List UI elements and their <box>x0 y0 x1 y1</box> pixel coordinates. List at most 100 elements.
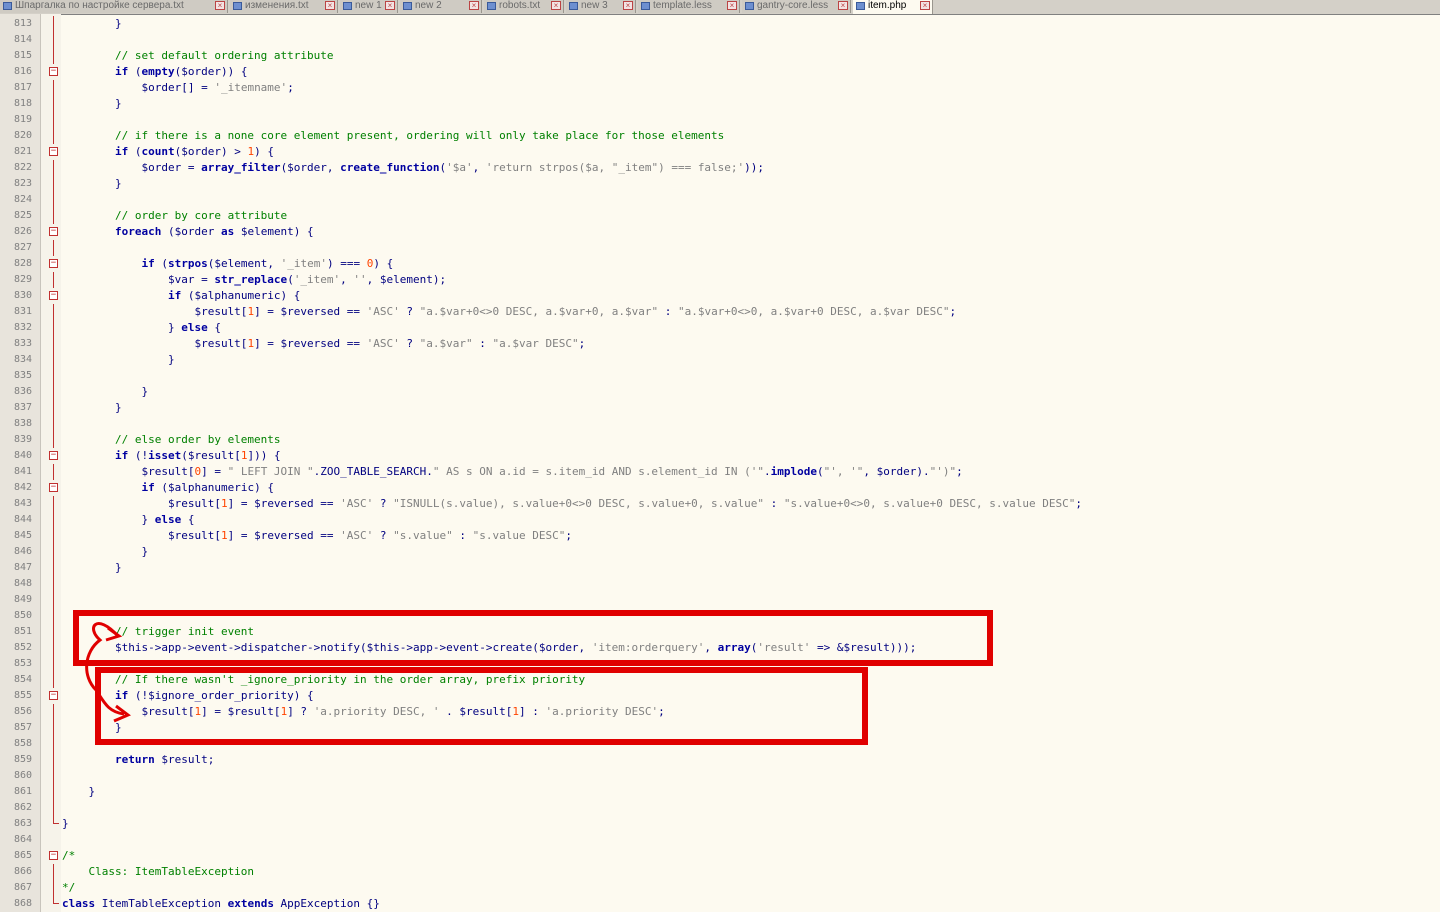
code-text: if ($alphanumeric) { <box>141 481 274 494</box>
code-text: } <box>62 545 149 558</box>
tab-5[interactable]: robots.txt × <box>484 0 564 13</box>
code-text: $result[1] = $reversed == 'ASC' ? "ISNUL… <box>62 497 1082 510</box>
fold-line <box>53 368 54 384</box>
fold-line <box>53 800 54 816</box>
code-text: if (!$ignore_order_priority) { <box>114 689 314 702</box>
line-number: 841 <box>13 466 32 477</box>
code-line: 867 */ <box>0 880 1440 896</box>
line-number: 846 <box>13 546 32 557</box>
code-line: 825 // order by core attribute <box>0 208 1440 224</box>
code-text: // order by core attribute <box>62 209 288 222</box>
fold-line <box>53 624 54 640</box>
line-number: 864 <box>13 834 32 845</box>
close-icon[interactable]: × <box>215 1 225 10</box>
line-number: 850 <box>13 610 32 621</box>
fold-minus-icon[interactable]: − <box>49 451 58 460</box>
close-icon[interactable]: × <box>385 1 395 10</box>
tab-2[interactable]: изменения.txt × <box>230 0 338 13</box>
line-number: 818 <box>13 98 32 109</box>
code-line: 845 $result[1] = $reversed == 'ASC' ? "s… <box>0 528 1440 544</box>
code-line: 847 } <box>0 560 1440 576</box>
line-number: 835 <box>13 370 32 381</box>
fold-line <box>53 304 54 320</box>
fold-line <box>53 208 54 224</box>
code-line: 819 <box>0 112 1440 128</box>
code-line: 860 <box>0 768 1440 784</box>
fold-minus-icon[interactable]: − <box>49 483 58 492</box>
code-text: // set default ordering attribute <box>62 49 334 62</box>
code-line: 830 − if ($alphanumeric) { <box>0 288 1440 304</box>
code-text: if (count($order) > 1) { <box>114 145 274 158</box>
line-number: 849 <box>13 594 32 605</box>
line-number: 861 <box>13 786 32 797</box>
fold-minus-icon[interactable]: − <box>49 147 58 156</box>
fold-line <box>53 640 54 656</box>
close-icon[interactable]: × <box>469 1 479 10</box>
code-line: 843 $result[1] = $reversed == 'ASC' ? "I… <box>0 496 1440 512</box>
code-text: // If there wasn't _ignore_priority in t… <box>62 673 586 686</box>
line-number: 813 <box>13 18 32 29</box>
code-line: 818 } <box>0 96 1440 112</box>
code-line: 816 − if (empty($order)) { <box>0 64 1440 80</box>
fold-minus-icon[interactable]: − <box>49 259 58 268</box>
fold-minus-icon[interactable]: − <box>49 291 58 300</box>
code-line: 833 $result[1] = $reversed == 'ASC' ? "a… <box>0 336 1440 352</box>
code-text: } <box>62 353 175 366</box>
fold-line <box>53 704 54 720</box>
code-text: $this->app->event->dispatcher->notify($t… <box>62 641 917 654</box>
fold-line <box>53 96 54 112</box>
tab-label: изменения.txt <box>245 0 309 11</box>
tab-6[interactable]: new 3 × <box>566 0 636 13</box>
code-line: 858 <box>0 736 1440 752</box>
code-line: 828 − if (strpos($element, '_item') === 0… <box>0 256 1440 272</box>
code-text: if (!isset($result[1])) { <box>114 449 281 462</box>
file-icon <box>3 2 12 10</box>
close-icon[interactable]: × <box>325 1 335 10</box>
file-icon <box>745 2 754 10</box>
fold-minus-icon[interactable]: − <box>49 691 58 700</box>
fold-line <box>53 608 54 624</box>
fold-minus-icon[interactable]: − <box>49 227 58 236</box>
code-editor[interactable]: 813 } 814 815 // set default ordering attr… <box>0 16 1440 912</box>
fold-line <box>53 320 54 336</box>
code-line: 834 } <box>0 352 1440 368</box>
fold-end <box>53 896 59 904</box>
file-icon <box>403 2 412 10</box>
line-number: 839 <box>13 434 32 445</box>
fold-line <box>53 416 54 432</box>
line-number: 836 <box>13 386 32 397</box>
line-number: 822 <box>13 162 32 173</box>
line-number: 843 <box>13 498 32 509</box>
close-icon[interactable]: × <box>551 1 561 10</box>
line-number: 855 <box>13 690 32 701</box>
code-text: } else { <box>62 321 221 334</box>
fold-line <box>53 16 54 32</box>
code-line: 822 $order = array_filter($order, create… <box>0 160 1440 176</box>
code-text: } <box>62 17 122 30</box>
close-icon[interactable]: × <box>838 1 848 10</box>
tab-label: robots.txt <box>499 0 541 11</box>
tab-8[interactable]: gantry-core.less × <box>742 0 851 13</box>
fold-line <box>53 496 54 512</box>
tab-3[interactable]: new 1 × <box>340 0 398 13</box>
close-icon[interactable]: × <box>623 1 633 10</box>
code-text: } <box>62 561 122 574</box>
fold-line <box>53 656 54 672</box>
code-line: 855 − if (!$ignore_order_priority) { <box>0 688 1440 704</box>
code-line: 859 return $result; <box>0 752 1440 768</box>
line-number: 817 <box>13 82 32 93</box>
line-number: 815 <box>13 50 32 61</box>
fold-line <box>53 432 54 448</box>
fold-minus-icon[interactable]: − <box>49 851 58 860</box>
close-icon[interactable]: × <box>727 1 737 10</box>
tab-1[interactable]: Шпаргалка по настройке сервера.txt × <box>0 0 228 13</box>
fold-minus-icon[interactable]: − <box>49 67 58 76</box>
close-icon[interactable]: × <box>920 1 930 10</box>
tab-4[interactable]: new 2 × <box>400 0 482 13</box>
line-number: 816 <box>13 66 32 77</box>
tab-7[interactable]: template.less × <box>638 0 740 13</box>
fold-line <box>53 352 54 368</box>
code-line: 848 <box>0 576 1440 592</box>
fold-line <box>53 560 54 576</box>
tab-9[interactable]: item.php × <box>853 0 933 14</box>
